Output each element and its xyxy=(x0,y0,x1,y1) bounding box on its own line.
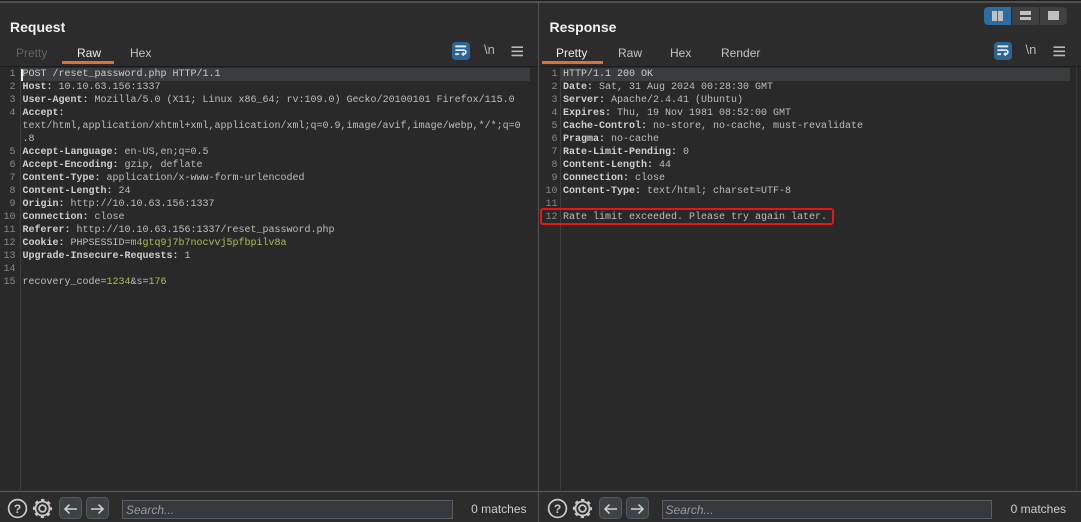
svg-text:?: ? xyxy=(14,502,21,516)
svg-text:?: ? xyxy=(553,502,560,516)
